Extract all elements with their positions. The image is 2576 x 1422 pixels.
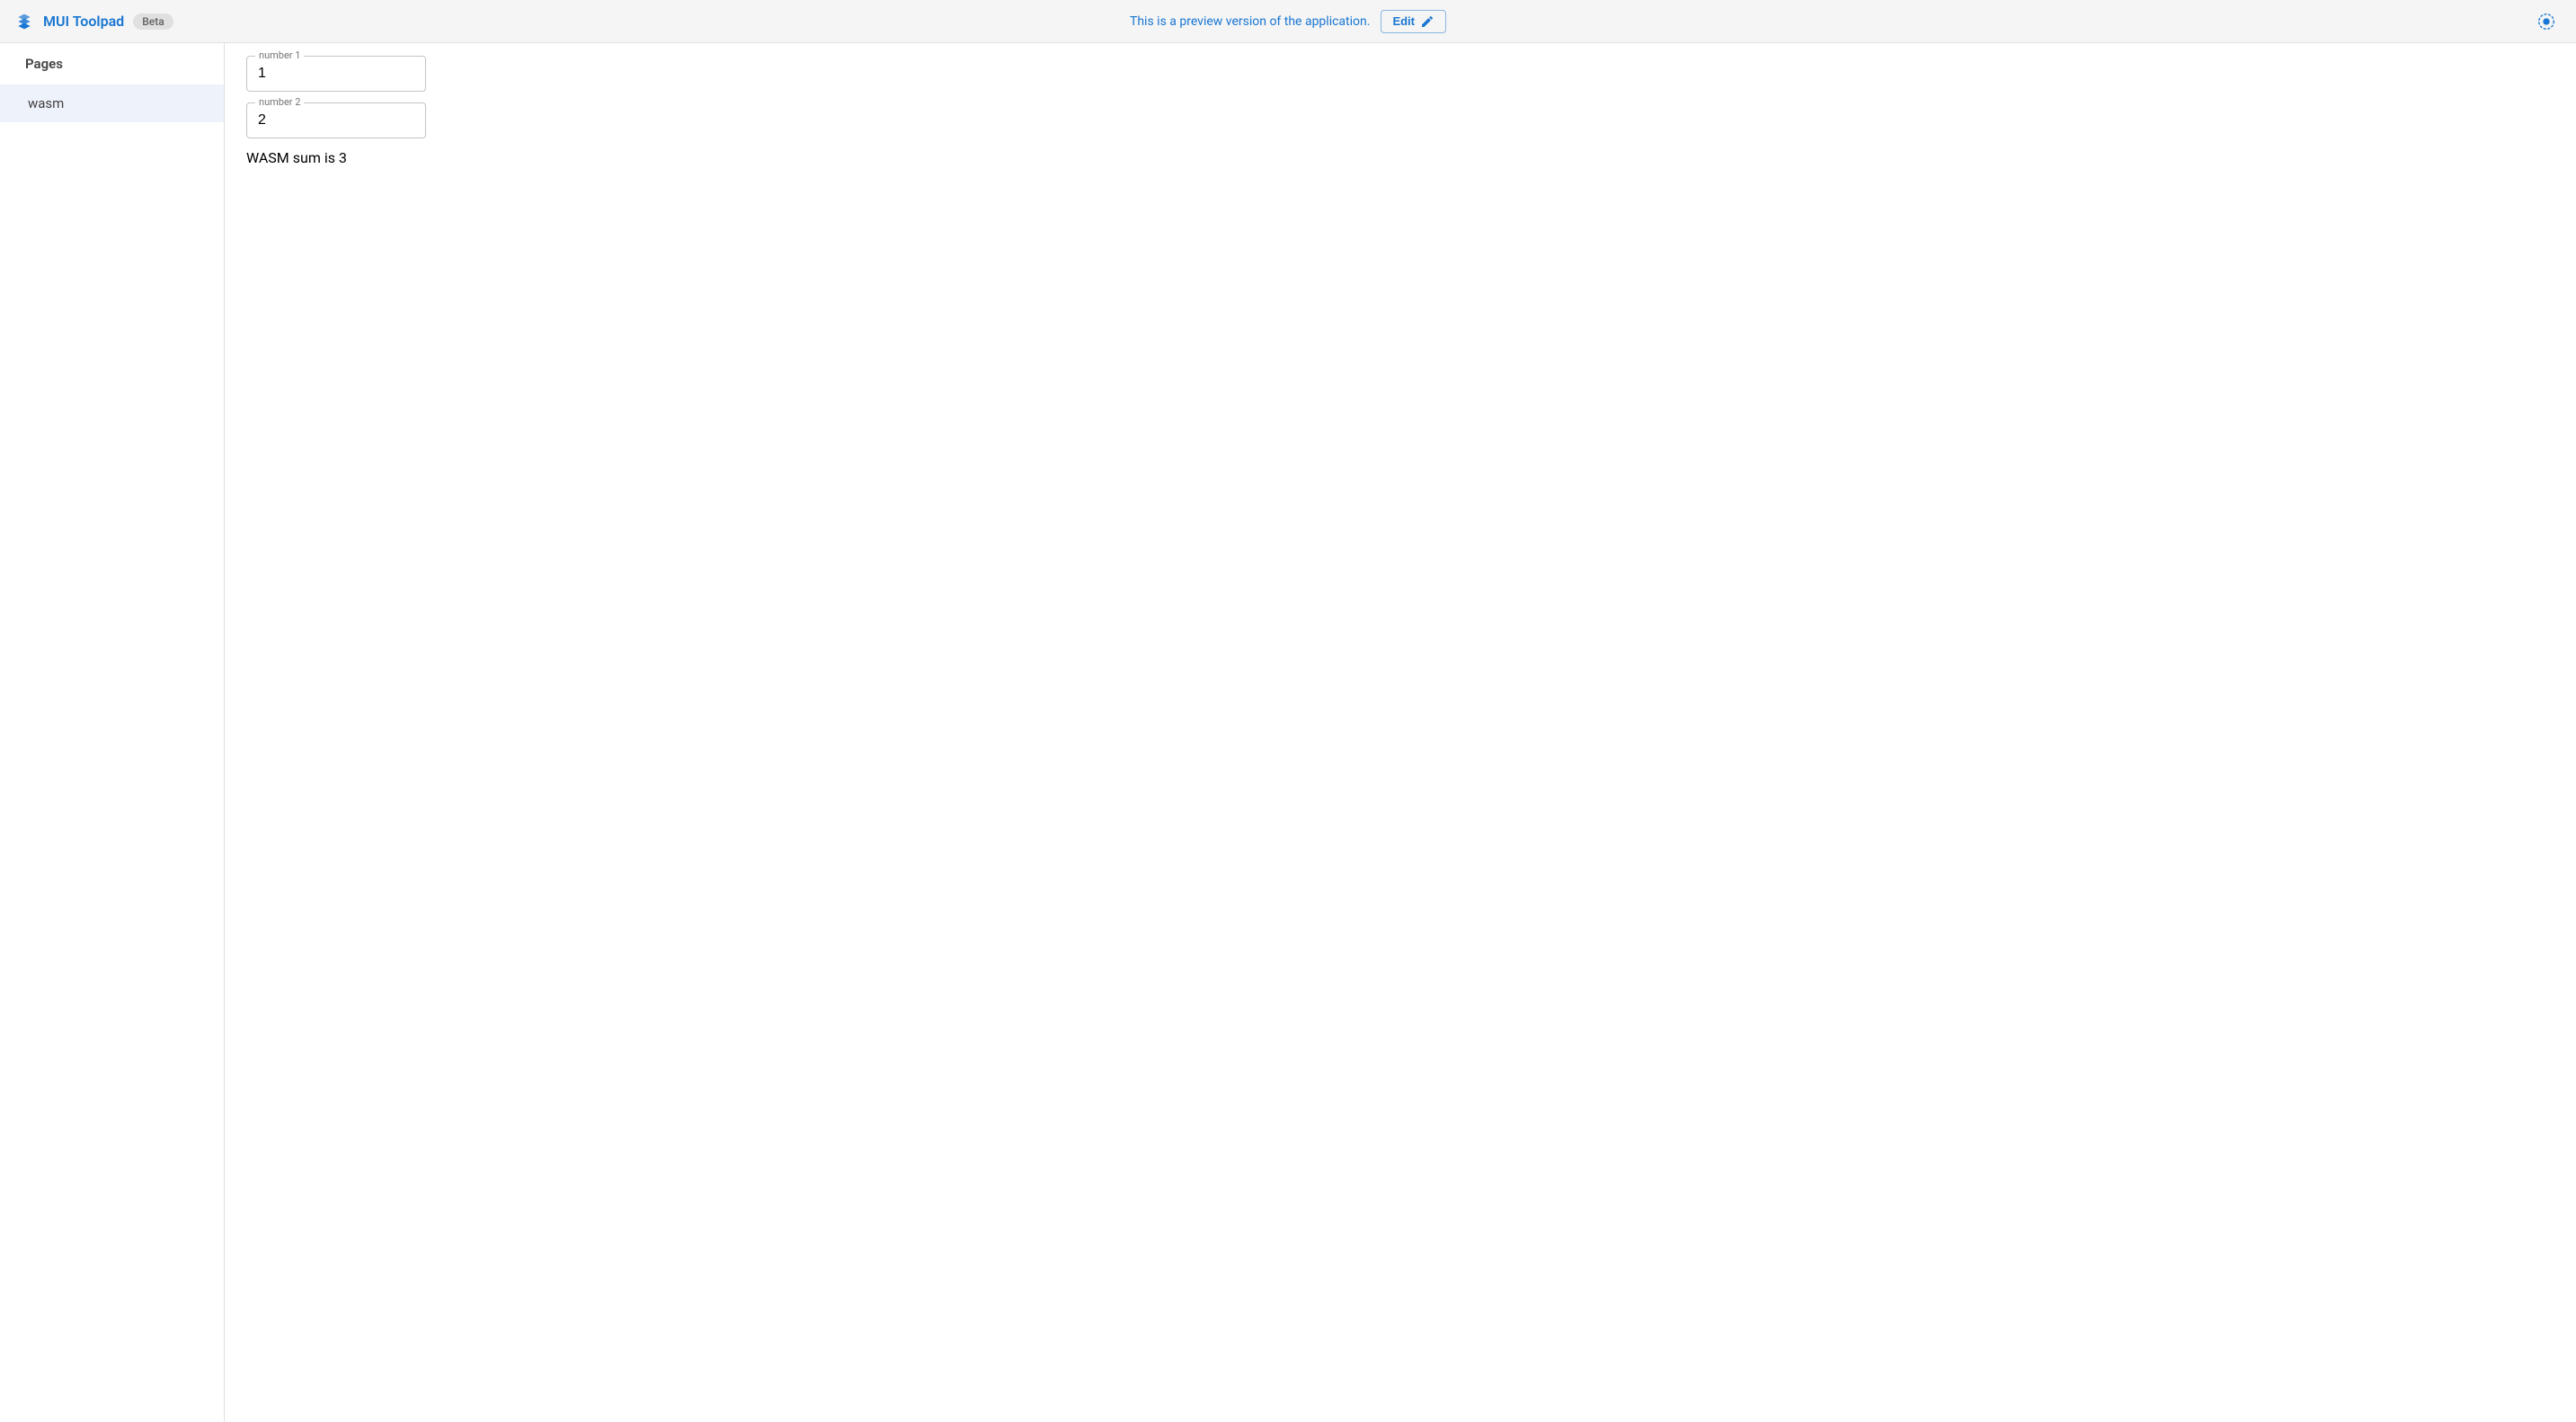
header-center: This is a preview version of the applica…: [1130, 10, 1446, 33]
layout: Pages wasm number 1 number 2 WASM sum is…: [0, 43, 2576, 1422]
input-number-2[interactable]: [246, 102, 426, 138]
field-label-number-1: number 1: [255, 49, 304, 61]
result-text: WASM sum is 3: [246, 149, 2554, 166]
field-label-number-2: number 2: [255, 96, 304, 108]
app-title[interactable]: MUI Toolpad: [43, 13, 124, 30]
sidebar: Pages wasm: [0, 43, 225, 1422]
field-number-2: number 2: [246, 102, 426, 138]
main-content: number 1 number 2 WASM sum is 3: [225, 43, 2576, 1422]
sidebar-section-title: Pages: [0, 43, 224, 84]
edit-button[interactable]: Edit: [1381, 10, 1446, 33]
header-left: MUI Toolpad Beta: [14, 12, 173, 31]
sun-icon: [2536, 12, 2556, 31]
sidebar-item-wasm[interactable]: wasm: [0, 84, 224, 122]
header-right: [2531, 6, 2562, 37]
input-number-1[interactable]: [246, 56, 426, 92]
sidebar-item-label: wasm: [28, 95, 64, 111]
field-number-1: number 1: [246, 56, 426, 92]
toolpad-logo-icon: [14, 12, 34, 31]
beta-chip: Beta: [133, 13, 173, 30]
theme-toggle-button[interactable]: [2531, 6, 2562, 37]
pencil-icon: [1420, 14, 1435, 29]
edit-button-label: Edit: [1392, 14, 1415, 28]
app-header: MUI Toolpad Beta This is a preview versi…: [0, 0, 2576, 43]
preview-message: This is a preview version of the applica…: [1130, 14, 1370, 29]
